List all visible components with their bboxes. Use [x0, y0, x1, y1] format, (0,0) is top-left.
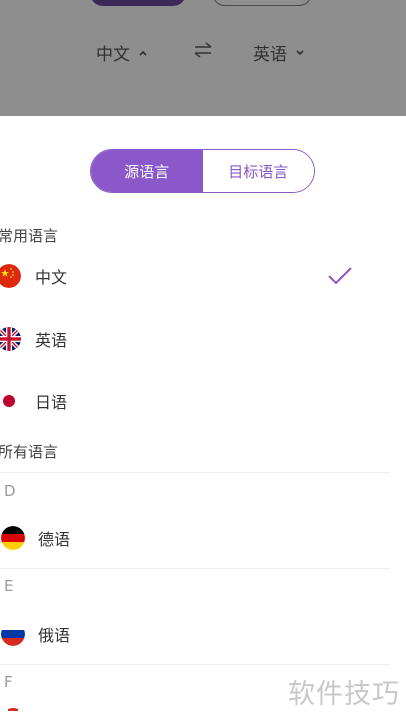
target-language-selector[interactable]: 英语	[253, 40, 305, 65]
all-languages-title: 所有语言	[0, 443, 59, 461]
russia-flag-icon	[1, 622, 25, 646]
language-item-japanese[interactable]: 日语	[0, 379, 406, 423]
divider	[0, 664, 390, 665]
source-language-label: 中文	[96, 45, 130, 65]
index-letter-f: F	[4, 673, 13, 691]
language-label: 德语	[38, 530, 71, 549]
chevron-down-icon	[296, 49, 304, 55]
japan-flag-icon	[0, 389, 21, 413]
language-label: 中文	[35, 268, 68, 287]
china-flag-icon	[0, 264, 21, 288]
top-left-button	[90, 0, 186, 6]
language-item-english[interactable]: 英语	[0, 317, 406, 361]
partial-flag-icon	[1, 708, 25, 720]
tab-source-language[interactable]: 源语言	[91, 150, 203, 192]
index-letter-e: E	[4, 577, 14, 595]
checkmark-icon	[328, 267, 352, 285]
language-item-russian[interactable]: 俄语	[0, 612, 406, 656]
language-type-toggle: 源语言 目标语言	[90, 149, 315, 193]
tab-target-language[interactable]: 目标语言	[202, 150, 314, 192]
common-languages-title: 常用语言	[0, 227, 59, 245]
language-label: 日语	[35, 393, 68, 412]
chevron-up-icon	[139, 50, 147, 56]
target-language-label: 英语	[253, 45, 287, 65]
swap-icon[interactable]	[193, 41, 213, 59]
language-label: 英语	[35, 331, 68, 350]
source-language-selector[interactable]: 中文	[96, 40, 148, 65]
language-label: 俄语	[38, 626, 71, 645]
language-item-chinese[interactable]: 中文	[0, 254, 406, 298]
language-item-german[interactable]: 德语	[0, 516, 406, 560]
uk-flag-icon	[0, 327, 21, 351]
germany-flag-icon	[1, 526, 25, 550]
top-right-button	[212, 0, 312, 6]
dimmed-backdrop[interactable]: 中文 英语	[0, 0, 406, 116]
watermark-text: 软件技巧	[288, 679, 400, 710]
divider	[0, 472, 390, 473]
divider	[0, 568, 390, 569]
language-bar: 中文 英语	[0, 32, 406, 68]
index-letter-d: D	[4, 482, 16, 500]
